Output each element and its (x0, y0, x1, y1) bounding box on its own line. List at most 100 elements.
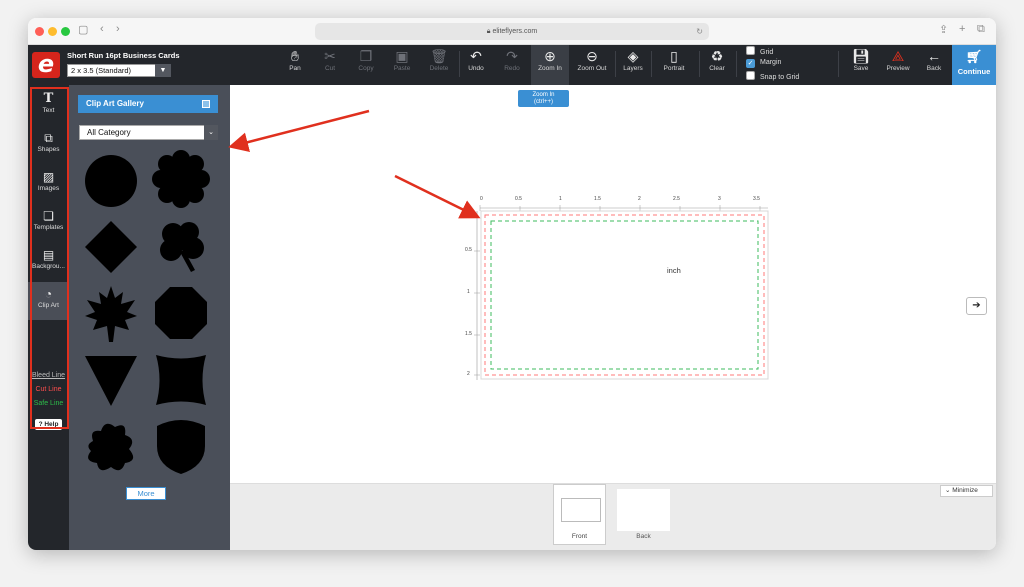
clipart-triangle-down[interactable] (81, 350, 141, 410)
clear-button[interactable]: ♻︎ Clear (702, 45, 732, 85)
preview-button[interactable]: ⟁ Preview (882, 45, 914, 85)
floppy-icon: 💾︎ (852, 48, 870, 64)
brand-logo[interactable]: e (32, 52, 60, 78)
save-label: Save (853, 65, 869, 72)
page-back[interactable]: Back (617, 489, 670, 540)
ruler-tick-label: 3.5 (753, 196, 760, 202)
back-label: Back (926, 65, 942, 72)
clipart-leaf[interactable] (81, 284, 141, 344)
portrait-button[interactable]: ▯ Portrait (656, 45, 692, 85)
clipart-clover[interactable] (151, 216, 211, 276)
grid-checkbox[interactable]: Grid (746, 46, 773, 56)
cut-button[interactable]: ✂ Cut (315, 45, 345, 85)
zoom-out-icon: ⊖ (586, 48, 598, 64)
browser-window: ▢ ‹ › 🔒︎ eliteflyers.com ↻ ⇪ + ⧉ e Short… (28, 18, 996, 550)
toolbar-divider (615, 51, 616, 77)
minimize-button[interactable]: ⌄ Minimize (940, 485, 993, 497)
snap-to-grid-checkbox[interactable]: Snap to Grid (746, 71, 799, 81)
category-select[interactable]: All Category ⌄ (79, 125, 218, 140)
margin-checkbox[interactable]: ✓ Margin (746, 59, 781, 68)
recycle-icon: ♻︎ (710, 48, 724, 64)
forward-nav-icon[interactable]: › (116, 23, 120, 35)
ruler-tick-label: 0.5 (515, 196, 522, 202)
arrow-right-icon: ➔ (972, 300, 981, 311)
address-bar[interactable]: 🔒︎ eliteflyers.com ↻ (315, 23, 709, 40)
layers-button[interactable]: ◈ Layers (618, 45, 648, 85)
save-button[interactable]: 💾︎ Save (846, 45, 876, 85)
page-front[interactable]: Front (553, 484, 606, 545)
undo-button[interactable]: ↶ Undo (461, 45, 491, 85)
scissors-icon: ✂ (324, 48, 336, 64)
ruler-tick-label: 1.5 (465, 331, 472, 337)
clipart-scallop-flower[interactable] (151, 149, 211, 209)
layers-icon: ◈ (627, 48, 639, 64)
clipart-shield[interactable] (151, 416, 211, 476)
ruler-tick-label: 0.5 (465, 247, 472, 253)
url-text: eliteflyers.com (492, 28, 538, 35)
paste-button[interactable]: ▣ Paste (387, 45, 417, 85)
share-icon[interactable]: ⇪ (939, 23, 948, 36)
copy-icon: ❐ (359, 48, 373, 64)
back-nav-icon[interactable]: ‹ (100, 23, 104, 35)
snap-label: Snap to Grid (760, 74, 800, 81)
margin-label: Margin (760, 59, 782, 66)
pan-label: Pan (289, 65, 301, 72)
redo-label: Redo (504, 65, 520, 72)
minimize-window-button[interactable] (48, 27, 57, 36)
grid-checkbox-box (746, 46, 755, 55)
tab-overview-icon[interactable]: ⧉ (977, 23, 985, 36)
design-canvas[interactable]: inch 0 0.5 1 1.5 2 2.5 3 3.5 0.5 1 1.5 2 (230, 85, 996, 483)
clipart-pillow-square[interactable] (151, 350, 211, 410)
redo-button[interactable]: ↷ Redo (497, 45, 527, 85)
page-strip (230, 483, 996, 550)
new-tab-icon[interactable]: + (959, 23, 965, 35)
clipart-splat[interactable] (81, 417, 141, 477)
zoom-out-label: Zoom Out (577, 65, 607, 72)
ruler-tick-label: 2 (638, 196, 641, 202)
ruler-tick-label: 2 (467, 371, 470, 377)
minimize-label: Minimize (952, 487, 978, 494)
close-window-button[interactable] (35, 27, 44, 36)
reload-icon[interactable]: ↻ (696, 23, 703, 40)
pan-button[interactable]: ✋︎ Pan (280, 45, 310, 85)
product-title: Short Run 16pt Business Cards (67, 51, 180, 60)
zoom-out-button[interactable]: ⊖ Zoom Out (573, 45, 611, 85)
clipart-circle[interactable] (81, 151, 141, 211)
paste-label: Paste (393, 65, 411, 72)
grid-label: Grid (760, 49, 774, 56)
toolbar-divider (651, 51, 652, 77)
preview-label: Preview (886, 65, 910, 72)
sidebar-toggle-icon[interactable]: ▢ (78, 23, 88, 36)
clip-art-gallery-button[interactable]: Clip Art Gallery (78, 95, 218, 113)
toolbar-divider (736, 51, 737, 77)
clip-art-gallery-title: Clip Art Gallery (86, 99, 144, 108)
layers-label: Layers (623, 65, 643, 72)
clip-art-panel: Clip Art Gallery All Category ⌄ More (69, 85, 230, 550)
back-button[interactable]: ← Back (920, 45, 948, 85)
browser-toolbar: ▢ ‹ › 🔒︎ eliteflyers.com ↻ ⇪ + ⧉ (28, 18, 996, 45)
zoom-in-button[interactable]: ⊕ Zoom In (531, 45, 569, 85)
page-front-label: Front (571, 533, 588, 540)
zoom-in-icon: ⊕ (544, 48, 556, 64)
ruler-tick-label: 3 (718, 196, 721, 202)
ruler-tick-label: 1.5 (594, 196, 601, 202)
card-artboard (474, 205, 769, 380)
paste-icon: ▣ (395, 48, 409, 64)
check-icon: ✓ (746, 59, 755, 68)
size-select-value: 2 x 3.5 (Standard) (71, 66, 132, 75)
delete-button[interactable]: 🗑︎ Delete (424, 45, 454, 85)
ruler-tick-label: 1 (467, 289, 470, 295)
size-select[interactable]: 2 x 3.5 (Standard) ▼ (67, 64, 171, 77)
clipart-octagon[interactable] (151, 283, 211, 343)
continue-button[interactable]: 🛒︎ Continue (952, 45, 996, 85)
more-button[interactable]: More (126, 487, 166, 500)
tooltip-line-1: Zoom In (532, 92, 555, 98)
pdf-icon: ⟁ (891, 48, 905, 64)
clipart-diamond[interactable] (81, 217, 141, 277)
ruler-tick-label: 2.5 (673, 196, 680, 202)
arrow-left-icon: ← (927, 48, 941, 64)
clear-label: Clear (709, 65, 725, 72)
zoom-window-button[interactable] (61, 27, 70, 36)
next-side-button[interactable]: ➔ (966, 297, 987, 315)
copy-button[interactable]: ❐ Copy (351, 45, 381, 85)
